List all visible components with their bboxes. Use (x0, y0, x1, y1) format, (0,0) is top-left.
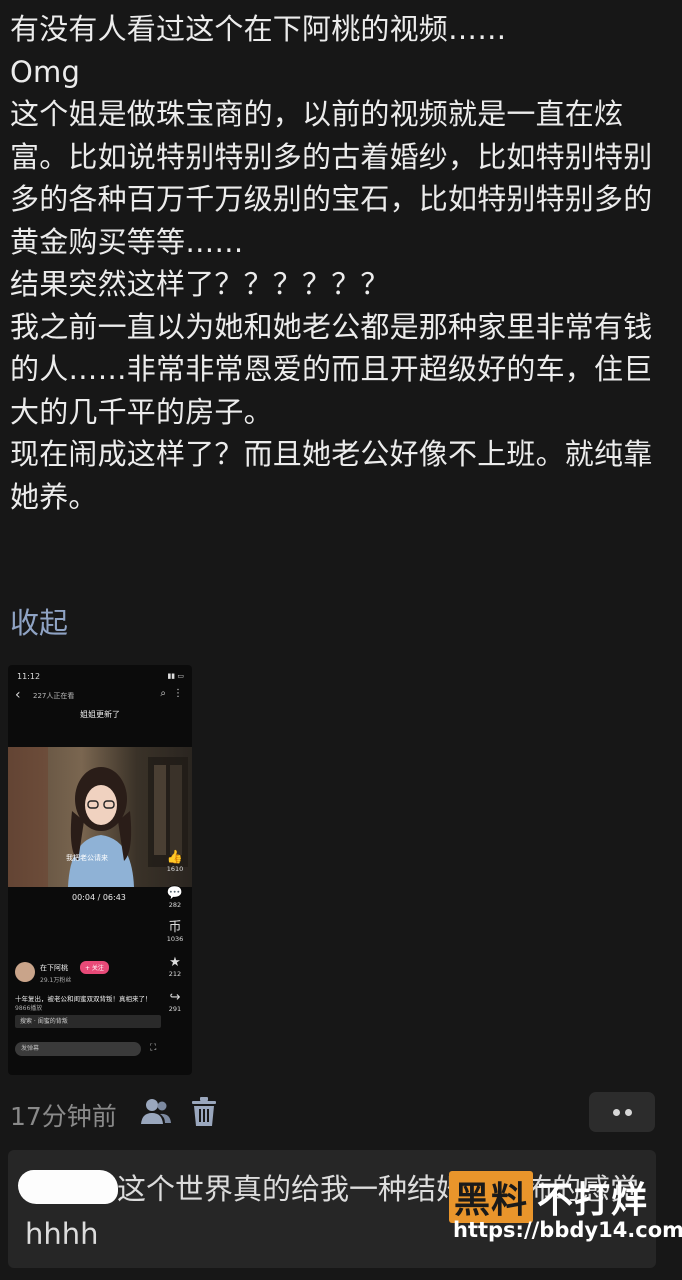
watermark-url: https://bbdy14.com (453, 1218, 682, 1242)
embedded-video-screenshot[interactable]: 11:12 ▮▮ ▭ ‹ 227人正在看 ⌕ ⋮ 姐姐更新了 我把老公请来 00… (8, 665, 192, 1075)
thumb-search-bar: 搜索 · 闺蜜的背叛 (15, 1015, 161, 1028)
user-icon[interactable] (140, 1097, 172, 1131)
thumb-plays: 9866播放 (15, 1005, 43, 1012)
comment-icon: 💬 (166, 886, 184, 901)
thumb-like-count: 1610 (166, 865, 184, 873)
thumb-subtitle: 我把老公请来 (66, 854, 108, 862)
thumb-star-count: 212 (168, 970, 182, 978)
post-body: 有没有人看过这个在下阿桃的视频…… Omg 这个姐是做珠宝商的，以前的视频就是一… (10, 12, 653, 514)
star-icon: ★ (169, 955, 181, 970)
more-icon (613, 1109, 620, 1116)
thumb-headline: 姐姐更新了 (80, 710, 120, 719)
more-button[interactable] (589, 1092, 655, 1132)
thumb-coin-count: 1036 (166, 935, 184, 943)
thumb-caption: 十年复出，被老公和闺蜜双双背叛！真相来了！ (15, 995, 152, 1003)
back-arrow-icon: ‹ (15, 687, 21, 703)
author-avatar (15, 962, 35, 982)
thumb-comment: 💬 282 (164, 886, 186, 910)
watermark-logo-box: 黑料 (449, 1171, 534, 1223)
search-icon: ⌕ (160, 688, 166, 699)
thumb-status-time: 11:12 (17, 672, 41, 681)
thumb-share-count: 291 (168, 1005, 182, 1013)
thumb-video-time: 00:04 / 06:43 (72, 893, 126, 902)
like-icon: 👍 (166, 850, 184, 865)
thumb-author: 在下阿桃 (40, 964, 68, 972)
thumb-comment-count: 282 (168, 901, 182, 909)
thumb-danmaku-input: 发弹幕 (15, 1042, 141, 1056)
more-icon-dot (625, 1109, 632, 1116)
post-timestamp: 17分钟前 (10, 1102, 117, 1131)
person-figure (68, 767, 134, 887)
thumb-status-icons: ▮▮ ▭ (167, 672, 184, 680)
thumb-fans: 29.1万粉丝 (40, 977, 72, 984)
watermark-logo-text: 不打烊 (537, 1180, 649, 1221)
thumb-star: ★ 212 (164, 955, 186, 979)
thumb-like: 👍 1610 (164, 850, 186, 874)
thumb-coin: 币 1036 (164, 920, 186, 944)
more-vertical-icon: ⋮ (173, 688, 183, 699)
trash-icon[interactable] (191, 1097, 217, 1131)
thumb-follow-button: + 关注 (80, 961, 109, 974)
collapse-link[interactable]: 收起 (10, 600, 68, 642)
watermark-logo: 黑料 不打烊 (449, 1171, 648, 1223)
thumb-watch-count: 227人正在看 (33, 692, 75, 700)
fullscreen-icon: ⛶ (150, 1043, 157, 1053)
coin-icon: 币 (168, 920, 182, 935)
